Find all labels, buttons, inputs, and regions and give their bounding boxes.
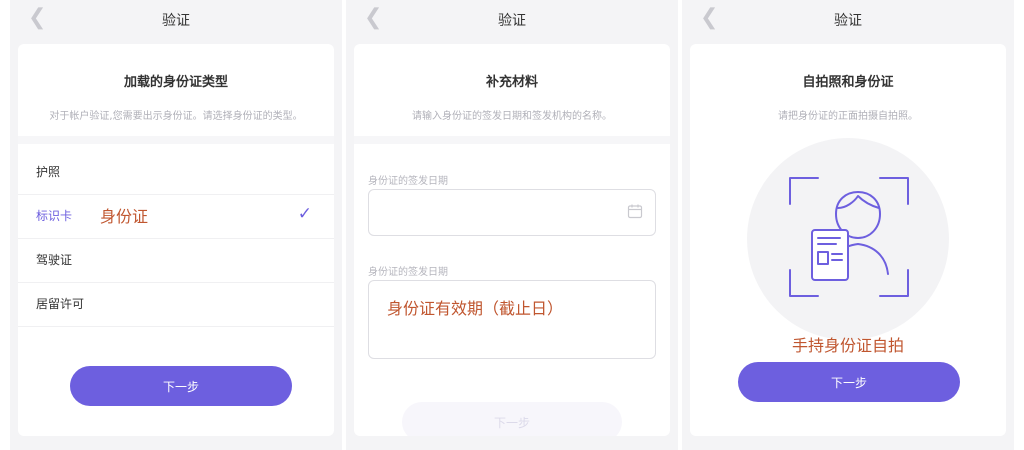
- top-bar: ❮ 验证: [346, 0, 678, 36]
- screen-title: 验证: [834, 13, 862, 29]
- option-label: 护照: [36, 165, 61, 179]
- top-bar: ❮ 验证: [682, 0, 1014, 36]
- next-button[interactable]: 下一步: [738, 362, 960, 402]
- divider: [18, 136, 334, 144]
- issue-date-field[interactable]: [368, 189, 656, 236]
- expiry-date-field[interactable]: 身份证有效期（截止日）: [368, 280, 656, 359]
- option-id-card[interactable]: 标识卡 身份证 ✓: [18, 194, 334, 239]
- option-label: 驾驶证: [36, 253, 73, 267]
- card-title: 自拍照和身份证: [802, 75, 894, 90]
- screen-title: 验证: [162, 13, 190, 29]
- supplementary-card: 补充材料 请输入身份证的签发日期和签发机构的名称。 身份证的签发日期 身份证的签…: [354, 44, 670, 436]
- card-title: 补充材料: [485, 75, 538, 90]
- option-driver-license[interactable]: 驾驶证: [18, 238, 334, 283]
- panel-id-type: ❮ 验证 加载的身份证类型 对于帐户验证,您需要出示身份证。请选择身份证的类型。…: [10, 0, 342, 450]
- option-residence-permit[interactable]: 居留许可: [18, 282, 334, 327]
- selfie-with-id-icon: [789, 177, 909, 297]
- expiry-date-label: 身份证的签发日期: [368, 267, 448, 278]
- next-button-disabled[interactable]: 下一步: [402, 402, 622, 436]
- card-title: 加载的身份证类型: [123, 75, 228, 90]
- option-passport[interactable]: 护照: [18, 150, 334, 195]
- screen-title: 验证: [498, 13, 526, 29]
- next-button[interactable]: 下一步: [70, 366, 292, 406]
- option-label: 标识卡: [36, 209, 73, 223]
- top-bar: ❮ 验证: [10, 0, 342, 36]
- card-subtitle: 请把身份证的正面拍摄自拍照。: [778, 111, 918, 122]
- panel-selfie: ❮ 验证 自拍照和身份证 请把身份证的正面拍摄自拍照。 手持身份证自拍 下一步: [682, 0, 1014, 450]
- option-annotation: 身份证: [100, 207, 149, 226]
- card-subtitle: 对于帐户验证,您需要出示身份证。请选择身份证的类型。: [49, 111, 303, 122]
- checkmark-icon: ✓: [297, 204, 312, 224]
- calendar-icon[interactable]: [627, 203, 643, 219]
- card-subtitle: 请输入身份证的签发日期和签发机构的名称。: [412, 111, 612, 122]
- selfie-card: 自拍照和身份证 请把身份证的正面拍摄自拍照。 手持身份证自拍 下一步: [690, 44, 1006, 436]
- selfie-annotation: 手持身份证自拍: [791, 336, 904, 355]
- issue-date-label: 身份证的签发日期: [368, 176, 448, 187]
- panel-supplementary: ❮ 验证 补充材料 请输入身份证的签发日期和签发机构的名称。 身份证的签发日期 …: [346, 0, 678, 450]
- option-label: 居留许可: [36, 297, 85, 311]
- id-type-card: 加载的身份证类型 对于帐户验证,您需要出示身份证。请选择身份证的类型。 护照 标…: [18, 44, 334, 436]
- divider: [354, 136, 670, 144]
- expiry-annotation: 身份证有效期（截止日）: [387, 299, 564, 318]
